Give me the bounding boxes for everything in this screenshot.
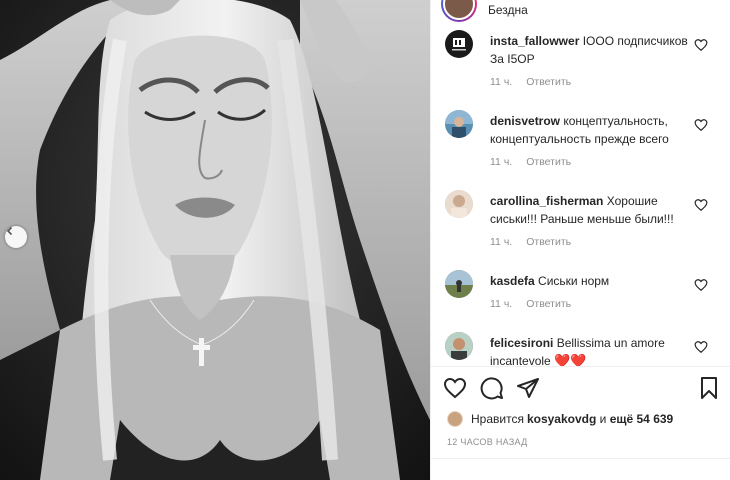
likes-prefix: Нравится [471,412,524,426]
comment-icon [480,377,503,400]
post-header [431,0,730,22]
comment-meta: 11 ч. Ответить [490,236,571,248]
comment-text: felicesironi Bellissima un amore incante… [490,334,690,370]
likes-and: и [596,412,610,426]
author-avatar[interactable] [441,0,477,22]
comment-username[interactable]: carollina_fisherman [490,194,603,208]
post-photo [0,0,430,480]
section-divider [431,366,730,367]
comment-username[interactable]: denisvetrow [490,114,560,128]
comment-username[interactable]: insta_fallowwer [490,34,579,48]
likes-summary: Нравится kosyakovdg и ещё 54 639 [447,410,673,428]
likes-count[interactable]: ещё 54 639 [610,412,674,426]
heart-icon [443,377,467,399]
post-location[interactable]: Бездна [488,3,528,17]
heart-icon[interactable] [694,278,708,292]
comment-text: denisvetrow концептуальность, концептуал… [490,112,690,148]
bookmark-icon [701,377,717,399]
comment-button[interactable] [479,375,505,401]
comment-body: Сиськи норм [538,274,610,288]
commenter-avatar[interactable] [445,332,473,360]
post-side-panel: Бездна insta_fallowwer IOOO подписчиков … [430,0,730,480]
heart-icon[interactable] [694,340,708,354]
post-actions [431,375,730,405]
liker-avatar [447,411,463,427]
share-button[interactable] [515,375,541,401]
reply-button[interactable]: Ответить [526,298,571,310]
commenter-avatar[interactable] [445,270,473,298]
comment-age: 11 ч. [490,156,513,168]
commenter-avatar[interactable] [445,110,473,138]
likes-user[interactable]: kosyakovdg [527,412,596,426]
comment-text: kasdefa Сиськи норм [490,272,690,290]
comment-age: 11 ч. [490,236,513,248]
reply-button[interactable]: Ответить [526,236,571,248]
comment-username[interactable]: felicesironi [490,336,553,350]
comment-meta: 11 ч. Ответить [490,156,571,168]
reply-button[interactable]: Ответить [526,156,571,168]
heart-icon[interactable] [694,198,708,212]
like-button[interactable] [442,375,468,401]
comment-text: carollina_fisherman Хорошие сиськи!!! Ра… [490,192,690,228]
heart-icon[interactable] [694,38,708,52]
heart-icon[interactable] [694,118,708,132]
save-button[interactable] [696,375,722,401]
commenter-avatar[interactable] [445,190,473,218]
carousel-prev-button[interactable] [5,226,27,248]
section-divider [431,458,730,459]
commenter-avatar[interactable] [445,30,473,58]
comment-age: 11 ч. [490,76,513,88]
chevron-left-icon [6,226,13,236]
comment-username[interactable]: kasdefa [490,274,535,288]
post-timestamp[interactable]: 12 ЧАСОВ НАЗАД [447,437,528,447]
comment-meta: 11 ч. Ответить [490,76,571,88]
portrait-illustration [0,0,430,480]
comment-age: 11 ч. [490,298,513,310]
comment-text: insta_fallowwer IOOO подписчиков За I5OP [490,32,690,68]
reply-button[interactable]: Ответить [526,76,571,88]
comment-meta: 11 ч. Ответить [490,298,571,310]
share-icon [517,378,539,398]
